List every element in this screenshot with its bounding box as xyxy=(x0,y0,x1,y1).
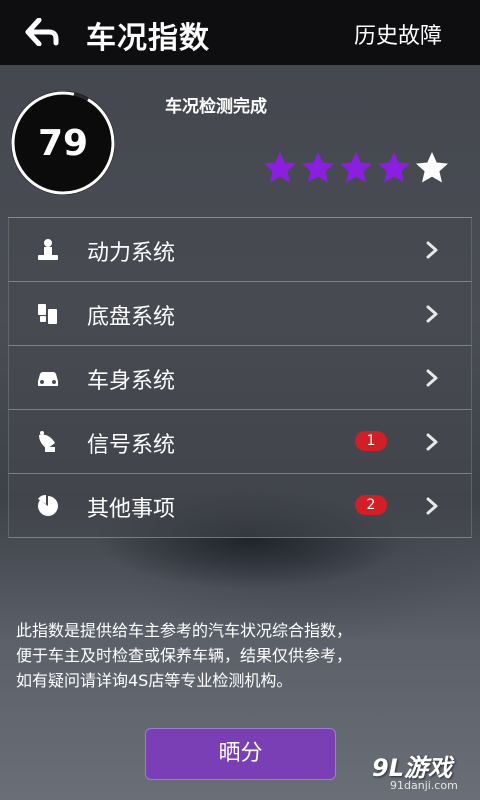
chevron-right-icon xyxy=(425,304,439,324)
system-item-label: 信号系统 xyxy=(87,433,176,458)
top-bar: 车况指数 历史故障 xyxy=(0,0,480,65)
disclaimer-text: 此指数是提供给车主参考的汽车状况综合指数， 便于车主及时检查或保养车辆，结果仅供… xyxy=(16,618,471,693)
issue-count-badge: 2 xyxy=(355,495,387,515)
chevron-right-icon xyxy=(425,432,439,452)
score-value: 79 xyxy=(37,122,89,164)
system-item[interactable]: 车身系统 xyxy=(8,346,472,410)
satellite-icon xyxy=(35,429,61,455)
system-item[interactable]: 底盘系统 xyxy=(8,282,472,346)
issue-count-badge: 1 xyxy=(355,431,387,451)
back-arrow-icon xyxy=(25,18,59,46)
score-gauge: 79 xyxy=(8,88,118,198)
chassis-icon xyxy=(35,301,61,327)
chevron-right-icon xyxy=(425,496,439,516)
status-text: 车况检测完成 xyxy=(165,97,267,117)
system-item[interactable]: 信号系统 1 xyxy=(8,410,472,474)
page-title: 车况指数 xyxy=(86,21,210,56)
watermark-logo: 9L游戏 91danji.com xyxy=(372,748,476,796)
star-rating xyxy=(262,150,450,186)
back-button[interactable] xyxy=(20,14,64,50)
disclaimer-line-1: 此指数是提供给车主参考的汽车状况综合指数， xyxy=(16,621,353,640)
pie-chart-icon xyxy=(35,493,61,519)
share-score-button[interactable]: 晒分 xyxy=(145,728,336,780)
system-item[interactable]: 其他事项 2 xyxy=(8,474,472,538)
chevron-right-icon xyxy=(425,368,439,388)
disclaimer-line-2: 便于车主及时检查或保养车辆，结果仅供参考， xyxy=(16,646,353,665)
star-filled-icon xyxy=(378,152,410,183)
star-filled-icon xyxy=(264,152,296,183)
watermark-url: 91danji.com xyxy=(390,779,458,792)
chevron-right-icon xyxy=(425,240,439,260)
watermark-main: 9L游戏 xyxy=(372,754,452,782)
system-list: 动力系统底盘系统车身系统信号系统 1 其他事项 2 xyxy=(8,217,472,538)
system-item-label: 底盘系统 xyxy=(87,305,176,330)
car-body-icon xyxy=(35,365,61,391)
system-item-label: 其他事项 xyxy=(87,497,176,522)
system-item-label: 车身系统 xyxy=(87,369,176,394)
system-item[interactable]: 动力系统 xyxy=(8,218,472,282)
engine-icon xyxy=(35,237,61,263)
disclaimer-line-3: 如有疑问请详询4S店等专业检测机构。 xyxy=(16,671,293,690)
system-item-label: 动力系统 xyxy=(87,241,176,266)
history-faults-button[interactable]: 历史故障 xyxy=(354,18,442,50)
star-empty-icon xyxy=(416,152,448,183)
star-filled-icon xyxy=(340,152,372,183)
star-filled-icon xyxy=(302,152,334,183)
